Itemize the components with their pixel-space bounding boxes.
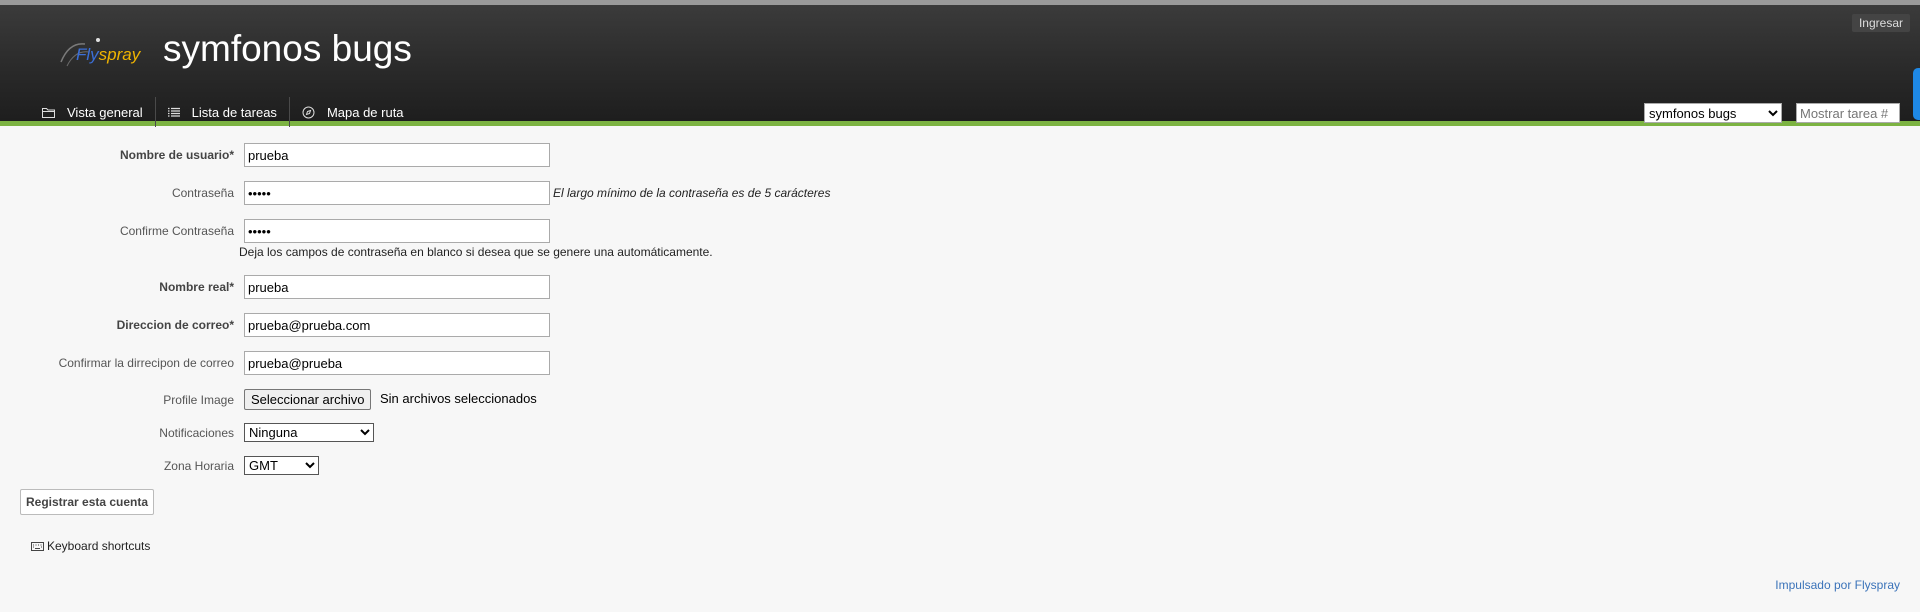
keyboard-icon [31,541,44,551]
site-header: Flyspray symfonos bugs Ingresar Vista ge… [0,0,1920,127]
file-status: Sin archivos seleccionados [380,391,537,406]
nav-item-label: Mapa de ruta [326,104,404,120]
notifications-select[interactable]: Ninguna [244,423,374,442]
password-blank-note: Deja los campos de contraseña en blanco … [239,245,713,259]
password-row: Contraseña El largo mínimo de la contras… [0,179,1000,207]
username-field[interactable] [244,143,550,167]
folder-icon [42,107,55,118]
email-label: Direccion de correo* [116,318,234,332]
confirm-email-row: Confirmar la dirrecipon de correo [0,349,1000,377]
real-name-row: Nombre real* [0,273,1000,301]
email-row: Direccion de correo* [0,311,1000,339]
register-button[interactable]: Registrar esta cuenta [20,489,155,515]
timezone-label: Zona Horaria [163,459,234,473]
main-nav: Vista general Lista de tareas Mapa de ru… [30,97,416,127]
choose-file-button[interactable]: Seleccionar archivo [244,389,372,410]
nav-item-label: Vista general [67,104,143,120]
keyboard-shortcuts-link[interactable]: Keyboard shortcuts [31,539,150,553]
site-title: symfonos bugs [163,28,412,69]
confirm-password-label: Confirme Contraseña [119,224,234,238]
notifications-row: Notificaciones [0,419,1000,447]
project-select[interactable]: symfonos bugs [1644,103,1782,123]
confirm-email-field[interactable] [244,351,550,375]
nav-item-roadmap[interactable]: Mapa de ruta [290,97,416,127]
side-tab[interactable] [1913,68,1920,120]
password-field[interactable] [244,181,550,205]
logo-text-spray: spray [99,45,142,64]
confirm-password-field[interactable] [244,219,550,243]
real-name-label: Nombre real* [159,280,234,294]
timezone-select[interactable]: GMT [244,456,319,475]
password-label: Contraseña [171,186,234,200]
notifications-label: Notificaciones [159,426,234,440]
real-name-field[interactable] [244,275,550,299]
keyboard-shortcuts-label: Keyboard shortcuts [47,539,151,553]
username-label: Nombre de usuario* [119,148,234,162]
profile-image-label: Profile Image [163,393,234,407]
login-button[interactable]: Ingresar [1851,14,1910,32]
nav-item-tasklist[interactable]: Lista de tareas [156,97,290,127]
logo-text-fly: Fly [76,45,100,64]
svg-text:Flyspray: Flyspray [76,45,142,64]
password-hint: El largo mínimo de la contraseña es de 5… [553,186,831,200]
email-field[interactable] [244,313,550,337]
compass-icon [302,106,315,118]
nav-item-label: Lista de tareas [191,104,277,120]
confirm-email-label: Confirmar la dirrecipon de correo [58,356,234,370]
flyspray-logo[interactable]: Flyspray [55,32,145,72]
list-icon [167,107,180,117]
nav-item-overview[interactable]: Vista general [30,97,156,127]
show-task-input[interactable] [1796,103,1900,123]
powered-by-link[interactable]: Impulsado por Flyspray [1775,578,1900,592]
username-row: Nombre de usuario* [0,141,1000,169]
confirm-password-row: Confirme Contraseña [0,217,1000,245]
timezone-row: Zona Horaria [0,452,1000,480]
